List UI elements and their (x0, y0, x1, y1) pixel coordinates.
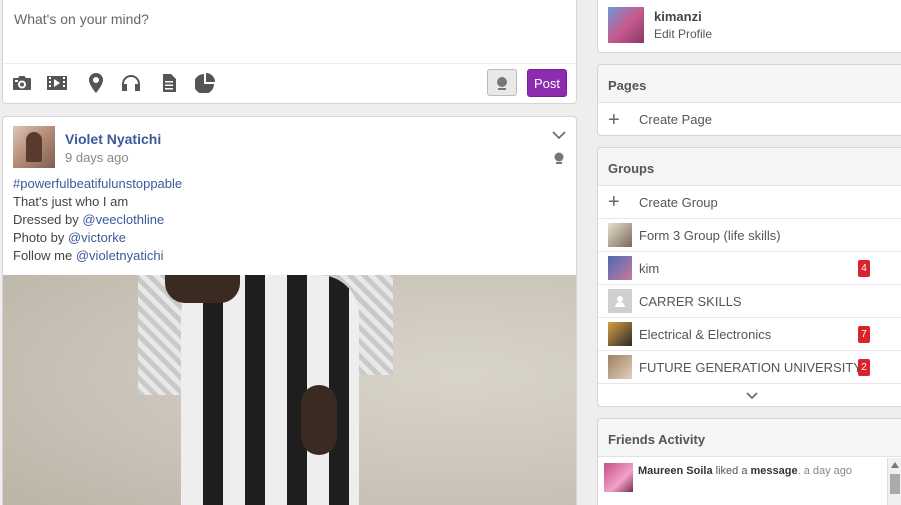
notification-badge: 4 (858, 260, 870, 277)
globe-icon (554, 151, 564, 169)
poll-icon[interactable] (194, 73, 216, 93)
author-avatar[interactable] (13, 126, 55, 168)
group-item[interactable]: CARRER SKILLS (598, 285, 901, 318)
scroll-thumb[interactable] (890, 474, 900, 494)
create-group-button[interactable]: + Create Group (598, 186, 901, 219)
post-line-prefix: Dressed by (13, 212, 83, 227)
post-author[interactable]: Violet Nyatichi (65, 131, 161, 147)
feed-post: Violet Nyatichi 9 days ago #powerfulbeat… (2, 116, 577, 505)
post-photo[interactable] (3, 275, 576, 505)
activity-scrollbar[interactable] (887, 458, 901, 505)
activity-object[interactable]: message (751, 465, 798, 477)
group-item[interactable]: Form 3 Group (life skills) (598, 219, 901, 252)
mention-link[interactable]: @veeclothline (82, 212, 164, 227)
group-placeholder-icon (608, 289, 632, 313)
notification-badge: 7 (858, 326, 870, 343)
activity-action: liked a (712, 465, 751, 477)
post-body: #powerfulbeatifulunstoppable That's just… (13, 175, 182, 265)
post-line: That's just who I am (13, 194, 129, 209)
activity-item: Maureen Soila liked a message. a day ago (598, 457, 901, 505)
profile-card: kimanzi Edit Profile (597, 0, 901, 53)
group-item[interactable]: FUTURE GENERATION UNIVERSITY 2 (598, 351, 901, 384)
group-thumbnail (608, 355, 632, 379)
avatar[interactable] (604, 463, 633, 492)
location-icon[interactable] (85, 73, 107, 93)
status-input[interactable] (14, 11, 464, 27)
camera-icon[interactable] (11, 73, 33, 93)
groups-title: Groups (598, 148, 901, 186)
privacy-button[interactable] (487, 69, 517, 96)
pages-card: Pages + Create Page (597, 64, 901, 136)
profile-name[interactable]: kimanzi (654, 9, 702, 24)
file-icon[interactable] (158, 73, 180, 93)
globe-icon (497, 76, 507, 90)
mention-link[interactable]: @violetnyatichi (76, 248, 164, 263)
create-page-label: Create Page (639, 112, 712, 127)
create-group-label: Create Group (639, 194, 718, 210)
post-composer: Post (2, 0, 577, 104)
mention-link[interactable]: @victorke (68, 230, 126, 245)
chevron-down-icon (746, 392, 758, 400)
friends-activity-title: Friends Activity (598, 419, 901, 457)
post-line-prefix: Follow me (13, 248, 76, 263)
show-more-groups[interactable] (598, 384, 901, 408)
group-item[interactable]: kim 4 (598, 252, 901, 285)
friends-activity-card: Friends Activity Maureen Soila liked a m… (597, 418, 901, 505)
video-icon[interactable] (46, 73, 68, 93)
group-thumbnail (608, 256, 632, 280)
hashtag-link[interactable]: #powerfulbeatifulunstoppable (13, 176, 182, 191)
post-time[interactable]: 9 days ago (65, 150, 129, 165)
create-page-button[interactable]: + Create Page (598, 103, 901, 136)
photo-detail (165, 275, 240, 303)
groups-card: Groups + Create Group Form 3 Group (life… (597, 147, 901, 407)
group-item[interactable]: Electrical & Electronics 7 (598, 318, 901, 351)
headphones-icon[interactable] (120, 73, 142, 93)
activity-time: . a day ago (797, 465, 853, 477)
group-thumbnail (608, 322, 632, 346)
group-name: Electrical & Electronics (639, 326, 772, 342)
avatar[interactable] (608, 7, 644, 43)
edit-profile-link[interactable]: Edit Profile (654, 27, 712, 41)
scroll-up-icon[interactable] (891, 462, 899, 468)
plus-icon: + (608, 108, 620, 131)
notification-badge: 2 (858, 359, 870, 376)
group-name: Form 3 Group (life skills) (639, 227, 781, 243)
post-line-prefix: Photo by (13, 230, 68, 245)
group-thumbnail (608, 223, 632, 247)
group-name: CARRER SKILLS (639, 293, 742, 309)
group-name: FUTURE GENERATION UNIVERSITY (639, 359, 862, 375)
activity-text: Maureen Soila liked a message. a day ago (638, 465, 878, 477)
composer-divider (3, 63, 576, 64)
group-name: kim (639, 260, 660, 276)
pages-title: Pages (598, 65, 901, 103)
plus-icon: + (608, 191, 620, 213)
chevron-down-icon[interactable] (552, 127, 566, 145)
activity-user[interactable]: Maureen Soila (638, 465, 713, 477)
photo-detail (301, 385, 337, 455)
post-button[interactable]: Post (527, 69, 567, 97)
